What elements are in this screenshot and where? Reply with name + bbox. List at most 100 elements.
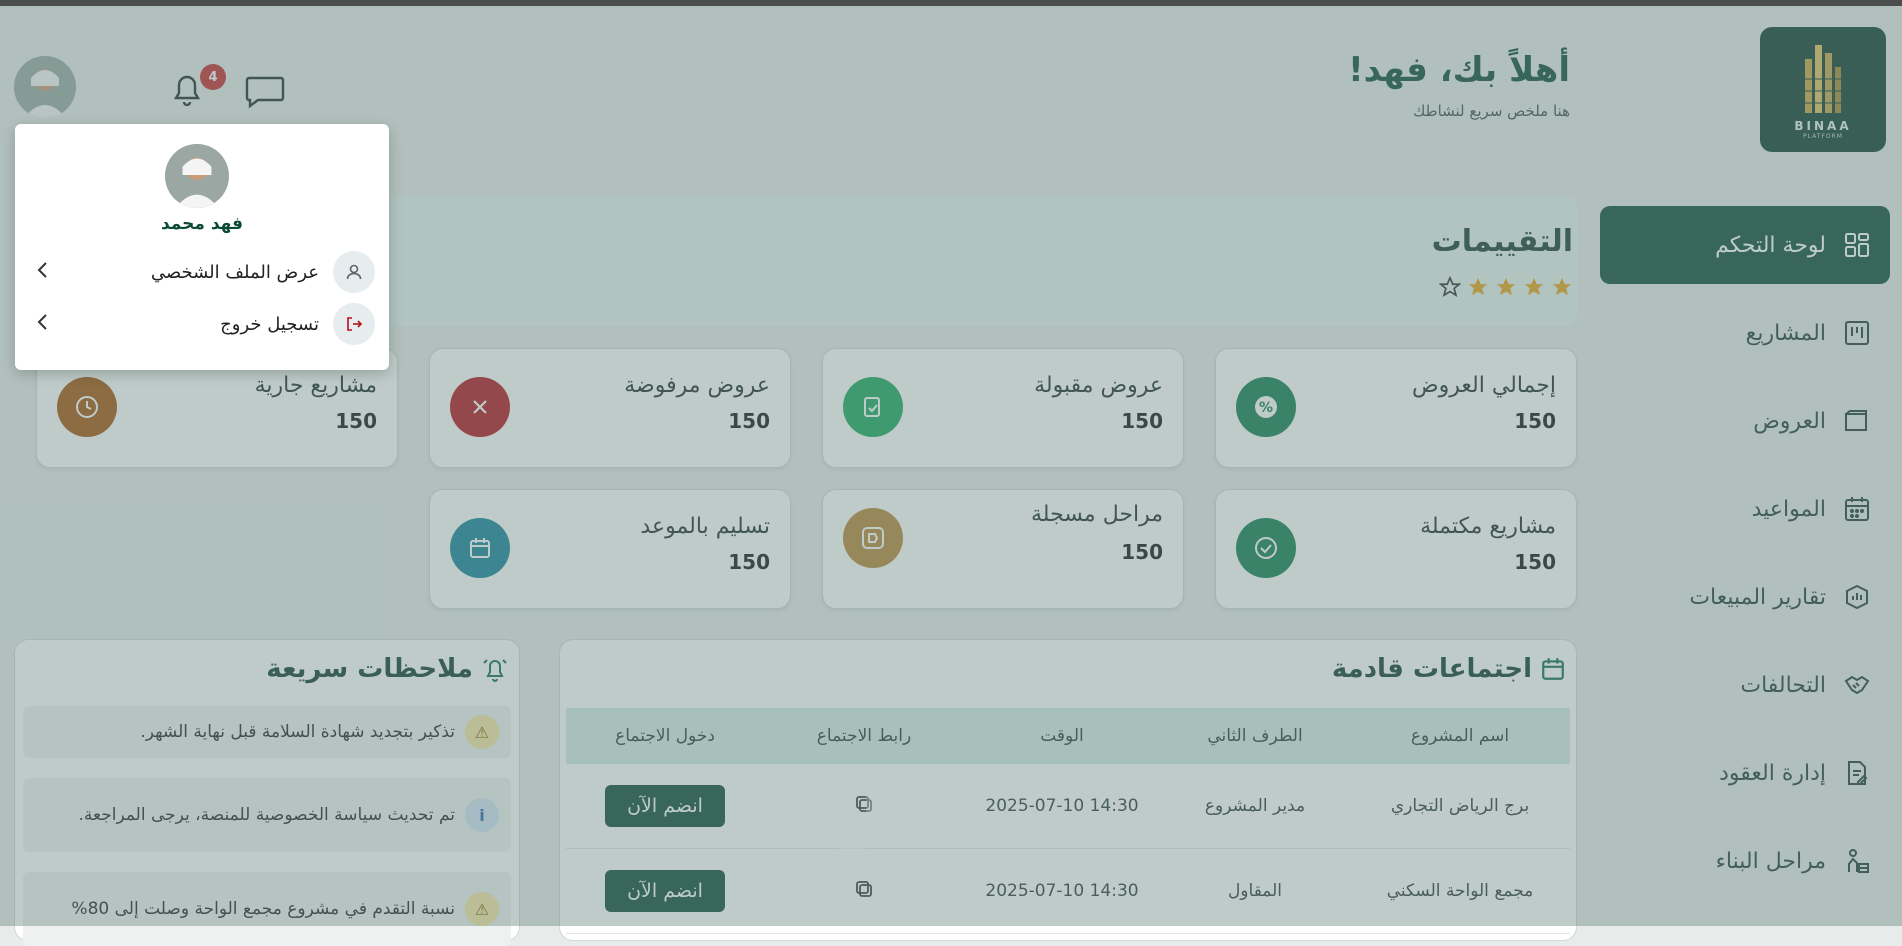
cell-time: 2025-07-10 14:30 [985,881,1139,901]
meetings-title: اجتماعات قادمة [1332,654,1566,684]
watermark: مستقل [830,786,1050,856]
notes-title: ملاحظات سريعة [266,654,509,684]
stat-label: مشاريع مكتملة [1420,514,1556,539]
table-row: برج الرياض التجاري مدير المشروع 2025-07-… [566,764,1570,849]
sidebar: BINAA PLATFORM لوحة التحكم المشاريع العر… [1587,6,1902,926]
user-icon [333,251,375,293]
stat-card-on-time-delivery[interactable]: تسليم بالموعد 150 [429,489,791,609]
clock-icon [57,377,117,437]
stat-label: مشاريع جارية [254,373,377,398]
sidebar-item-label: التحالفات [1740,672,1826,698]
brand-logo[interactable]: BINAA PLATFORM [1760,27,1886,152]
stat-label: تسليم بالموعد [640,514,770,539]
chevron-left-icon [35,260,49,285]
building-icon [1805,45,1841,113]
sidebar-item-projects[interactable]: المشاريع [1600,294,1890,372]
check-circle-icon [1236,518,1296,578]
stat-label: عروض مقبولة [1034,373,1163,398]
avatar-image [14,56,76,118]
logout-menu-item[interactable]: تسجيل خروج [35,302,375,346]
menu-item-label: عرض الملف الشخصي [150,261,319,283]
col-party: الطرف الثاني [1207,726,1303,746]
star-empty-icon [1439,276,1461,298]
note-item: ⚠ نسبة التقدم في مشروع مجمع الواحة وصلت … [23,872,511,946]
sidebar-item-offers[interactable]: العروض [1600,382,1890,460]
stages-icon [843,508,903,568]
stat-value: 150 [1121,540,1163,564]
note-text: نسبة التقدم في مشروع مجمع الواحة وصلت إل… [71,899,455,919]
star-filled-icon [1496,277,1516,296]
percent-badge-icon: % [1236,377,1296,437]
stat-label: عروض مرفوضة [624,373,770,398]
sidebar-item-label: العروض [1753,408,1826,434]
svg-text:%: % [1259,400,1273,416]
sidebar-item-label: المواعيد [1751,496,1826,522]
note-item: i تم تحديث سياسة الخصوصية للمنصة، يرجى ا… [23,778,511,852]
menu-item-label: تسجيل خروج [220,313,319,335]
avatar[interactable] [14,56,76,118]
stat-card-completed-projects[interactable]: مشاريع مكتملة 150 [1215,489,1577,609]
cell-project: مجمع الواحة السكني [1386,881,1534,901]
profile-name: فهد محمد [160,214,244,234]
star-filled-icon [1468,277,1488,296]
copy-link-icon[interactable] [764,879,964,904]
rating-stars [1439,276,1573,298]
stat-card-total-offers[interactable]: إجمالي العروض 150 % [1215,348,1577,468]
sidebar-item-label: المشاريع [1745,320,1826,346]
logout-icon [333,303,375,345]
stat-value: 150 [1121,409,1163,433]
stat-card-rejected-offers[interactable]: عروض مرفوضة 150 [429,348,791,468]
calendar-icon [1844,496,1870,522]
note-text: تم تحديث سياسة الخصوصية للمنصة، يرجى الم… [78,805,455,825]
meetings-title-text: اجتماعات قادمة [1331,654,1532,684]
sidebar-item-label: لوحة التحكم [1715,232,1826,258]
notification-count-badge: 4 [200,64,226,90]
table-header: اسم المشروع الطرف الثاني الوقت رابط الاج… [566,708,1570,764]
close-icon [450,377,510,437]
construction-icon [1844,848,1870,874]
sidebar-item-dashboard[interactable]: لوحة التحكم [1600,206,1890,284]
stat-card-accepted-offers[interactable]: عروض مقبولة 150 [822,348,1184,468]
star-filled-icon [1552,277,1572,296]
ratings-title: التقييمات [1431,224,1573,259]
stat-value: 150 [1514,409,1556,433]
dashboard-icon [1844,232,1870,258]
stat-value: 150 [728,550,770,574]
quick-notes-panel: ملاحظات سريعة ⚠ تذكير بتجديد شهادة السلا… [14,639,520,946]
warning-icon: ⚠ [465,892,499,926]
calendar-icon [450,518,510,578]
messages-chat-icon[interactable] [244,72,286,110]
chevron-left-icon [35,312,49,337]
folder-icon [1844,408,1870,434]
warning-icon: ⚠ [465,715,499,749]
stat-label: مراحل مسجلة [1031,502,1163,527]
profile-dropdown: فهد محمد عرض الملف الشخصي تسجيل خروج [15,124,389,370]
stat-label: إجمالي العروض [1412,373,1556,398]
cell-party: مدير المشروع [1204,796,1306,816]
join-meeting-button[interactable]: انضم الآن [605,870,725,912]
join-meeting-button[interactable]: انضم الآن [605,785,725,827]
notes-title-text: ملاحظات سريعة [266,654,473,684]
sidebar-item-appointments[interactable]: المواعيد [1600,470,1890,548]
sidebar-nav: لوحة التحكم المشاريع العروض المواعيد تقا… [1600,206,1890,910]
page-title: أهلاً بك، فهد! [1348,50,1570,90]
sidebar-item-construction-stages[interactable]: مراحل البناء [1600,822,1890,900]
stat-card-recorded-stages[interactable]: مراحل مسجلة 150 [822,489,1184,609]
col-join: دخول الاجتماع [615,726,715,746]
contract-icon [1844,760,1870,786]
report-icon [1844,584,1870,610]
note-item: ⚠ تذكير بتجديد شهادة السلامة قبل نهاية ا… [23,706,511,758]
sidebar-item-alliances[interactable]: التحالفات [1600,646,1890,724]
upcoming-meetings-panel: اجتماعات قادمة اسم المشروع الطرف الثاني … [559,639,1577,941]
alarm-bell-icon [483,659,507,682]
table-row: مجمع الواحة السكني المقاول 2025-07-10 14… [566,849,1570,934]
col-link: رابط الاجتماع [816,726,912,746]
sidebar-item-sales-reports[interactable]: تقارير المبيعات [1600,558,1890,636]
stat-value: 150 [1514,550,1556,574]
handshake-icon [1844,672,1870,698]
sidebar-item-contracts[interactable]: إدارة العقود [1600,734,1890,812]
view-profile-menu-item[interactable]: عرض الملف الشخصي [35,250,375,294]
page-subtitle: هنا ملخص سريع لنشاطك [1412,102,1570,120]
col-project: اسم المشروع [1410,726,1510,746]
sidebar-item-label: إدارة العقود [1719,760,1826,786]
